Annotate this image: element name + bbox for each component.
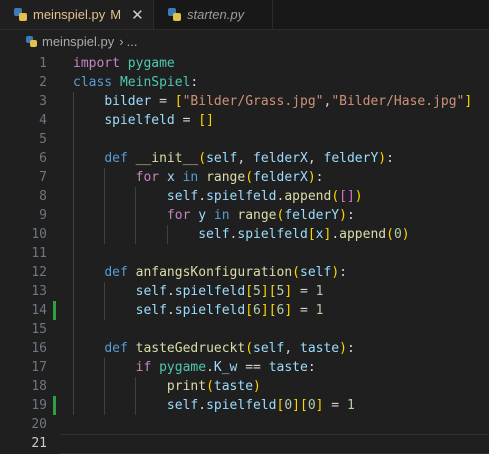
line-number: 14 (31, 303, 47, 318)
line-number: 8 (39, 189, 47, 204)
breadcrumb-symbol[interactable]: ... (127, 34, 138, 49)
code-line[interactable]: 10 self.spielfeld[x].append(0) (0, 225, 489, 244)
code-line[interactable]: 8 self.spielfeld.append([]) (0, 187, 489, 206)
line-number: 3 (39, 94, 47, 109)
line-number: 15 (31, 322, 47, 337)
code-line[interactable]: 17 if pygame.K_w == taste: (0, 358, 489, 377)
line-number: 13 (31, 284, 47, 299)
code-line[interactable]: 14 self.spielfeld[6][6] = 1 (0, 301, 489, 320)
code-line[interactable]: 19 self.spielfeld[0][0] = 1 (0, 396, 489, 415)
tab-meinspiel[interactable]: meinspiel.py M ✕ (0, 0, 153, 29)
code-text: spielfeld = [] (104, 113, 214, 128)
code-line[interactable]: 18 print(taste) (0, 377, 489, 396)
code-line[interactable]: 15 (0, 320, 489, 339)
chevron-right-icon: › (119, 33, 124, 49)
line-number: 1 (39, 56, 47, 71)
code-text: def anfangsKonfiguration(self): (104, 265, 347, 280)
line-number: 10 (31, 227, 47, 242)
code-text: def __init__(self, felderX, felderY): (104, 151, 394, 166)
code-text: class MeinSpiel: (73, 75, 199, 90)
code-text: self.spielfeld[5][5] = 1 (135, 284, 324, 299)
code-text: import pygame (73, 56, 175, 71)
line-number: 19 (31, 398, 47, 413)
modified-line-indicator[interactable] (53, 396, 56, 415)
breadcrumb: meinspiel.py › ... (0, 30, 489, 52)
code-text: print(taste) (166, 379, 261, 394)
code-line[interactable]: 2 class MeinSpiel: (0, 73, 489, 92)
line-number: 5 (39, 132, 47, 147)
code-text: for x in range(felderX): (135, 170, 324, 185)
tab-label: meinspiel.py (33, 7, 106, 22)
code-text: for y in range(felderY): (166, 208, 355, 223)
code-editor[interactable]: 1 import pygame 2 class MeinSpiel: 3 bilder … (0, 52, 489, 454)
code-line[interactable]: 16 def tasteGedrueckt(self, taste): (0, 339, 489, 358)
line-number: 17 (31, 360, 47, 375)
tab-bar: meinspiel.py M ✕ starten.py (0, 0, 489, 30)
breadcrumb-file[interactable]: meinspiel.py (42, 34, 114, 49)
code-text: self.spielfeld[6][6] = 1 (135, 303, 324, 318)
modified-line-indicator[interactable] (53, 301, 56, 320)
line-number: 9 (39, 208, 47, 223)
line-number: 4 (39, 113, 47, 128)
python-file-icon (168, 8, 181, 21)
code-line[interactable]: 5 (0, 130, 489, 149)
line-number: 18 (31, 379, 47, 394)
code-text: def tasteGedrueckt(self, taste): (104, 341, 355, 356)
code-line[interactable]: 7 for x in range(felderX): (0, 168, 489, 187)
line-number: 6 (39, 151, 47, 166)
code-text: self.spielfeld[0][0] = 1 (166, 398, 355, 413)
code-line[interactable]: 6 def __init__(self, felderX, felderY): (0, 149, 489, 168)
code-line[interactable]: 1 import pygame (0, 54, 489, 73)
modified-badge: M (110, 7, 122, 22)
code-line[interactable]: 20 (0, 415, 489, 434)
code-line[interactable]: 11 (0, 244, 489, 263)
code-line[interactable]: 13 self.spielfeld[5][5] = 1 (0, 282, 489, 301)
line-number: 20 (31, 417, 47, 432)
code-text: self.spielfeld[x].append(0) (198, 227, 410, 242)
code-line[interactable]: 9 for y in range(felderY): (0, 206, 489, 225)
code-text: if pygame.K_w == taste: (135, 360, 316, 375)
line-number: 7 (39, 170, 47, 185)
code-line[interactable]: 21 (0, 434, 489, 453)
close-icon[interactable]: ✕ (131, 6, 144, 24)
code-text: self.spielfeld.append([]) (166, 189, 363, 204)
line-number: 12 (31, 265, 47, 280)
code-line[interactable]: 12 def anfangsKonfiguration(self): (0, 263, 489, 282)
line-number: 2 (39, 75, 47, 90)
tab-label: starten.py (187, 7, 245, 22)
code-text: bilder = ["Bilder/Grass.jpg","Bilder/Has… (104, 94, 473, 109)
python-file-icon (14, 8, 27, 21)
line-number: 21 (31, 436, 47, 451)
python-file-icon (26, 35, 37, 47)
code-line[interactable]: 3 bilder = ["Bilder/Grass.jpg","Bilder/H… (0, 92, 489, 111)
tab-starten[interactable]: starten.py (153, 0, 273, 29)
line-number: 11 (31, 246, 47, 261)
code-line[interactable]: 4 spielfeld = [] (0, 111, 489, 130)
line-number: 16 (31, 341, 47, 356)
